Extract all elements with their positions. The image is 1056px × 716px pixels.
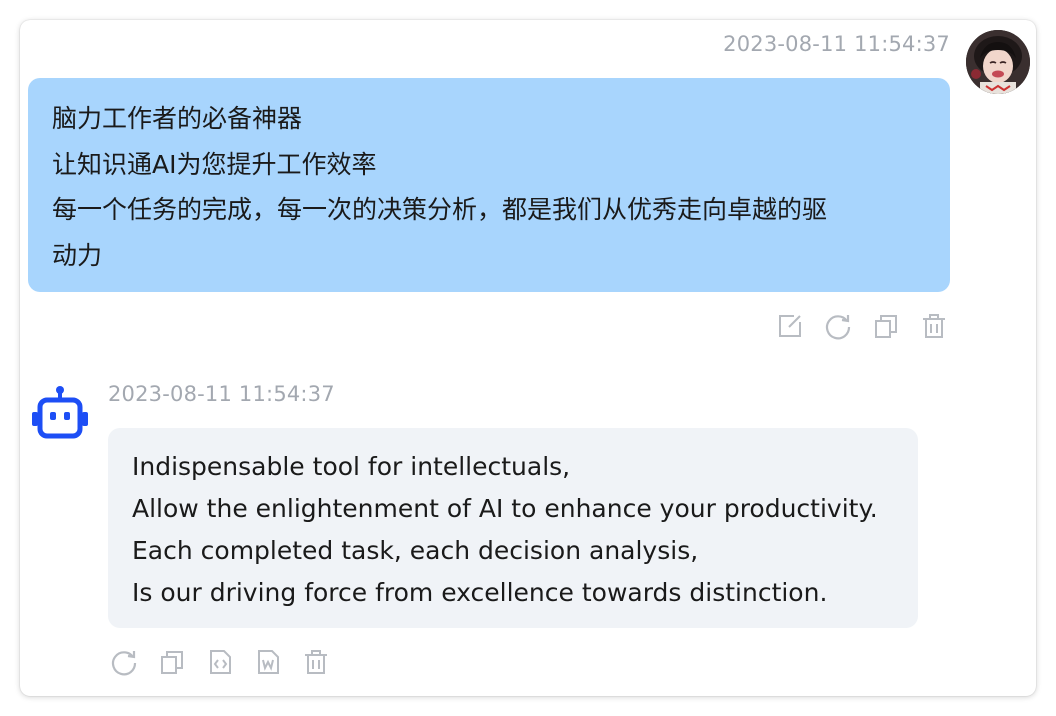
code-icon[interactable] — [206, 648, 234, 676]
user-message-line: 脑力工作者的必备神器 — [52, 104, 303, 133]
delete-icon[interactable] — [920, 312, 948, 340]
regenerate-icon[interactable] — [824, 312, 852, 340]
bot-message-timestamp: 2023-08-11 11:54:37 — [108, 382, 335, 406]
delete-icon[interactable] — [302, 648, 330, 676]
user-message-actions — [776, 312, 948, 340]
copy-icon[interactable] — [872, 312, 900, 340]
robot-avatar-icon — [30, 384, 90, 444]
user-message-line: 让知识通AI为您提升工作效率 — [52, 149, 377, 179]
edit-icon[interactable] — [776, 312, 804, 340]
chat-panel: 2023-08-11 11:54:37 脑力工作者的必备神器 让知识通AI为您提… — [20, 20, 1036, 696]
bot-message-line: Is our driving force from excellence tow… — [132, 578, 828, 607]
user-message-line: 动力 — [52, 240, 103, 270]
bot-message-actions — [110, 648, 330, 676]
bot-message-line: Indispensable tool for intellectuals, — [132, 452, 571, 481]
bot-message-bubble: Indispensable tool for intellectuals, Al… — [108, 428, 918, 628]
user-message-line: 每一个任务的完成，每一次的决策分析，都是我们从优秀走向卓越的驱 — [52, 195, 828, 224]
user-message-bubble: 脑力工作者的必备神器 让知识通AI为您提升工作效率 每一个任务的完成，每一次的决… — [28, 78, 950, 292]
user-avatar[interactable] — [966, 30, 1030, 94]
bot-message-line: Each completed task, each decision analy… — [132, 536, 699, 565]
copy-icon[interactable] — [158, 648, 186, 676]
bot-message-line: Allow the enlightenment of AI to enhance… — [132, 494, 878, 523]
word-export-icon[interactable] — [254, 648, 282, 676]
user-message-timestamp: 2023-08-11 11:54:37 — [723, 32, 950, 56]
regenerate-icon[interactable] — [110, 648, 138, 676]
